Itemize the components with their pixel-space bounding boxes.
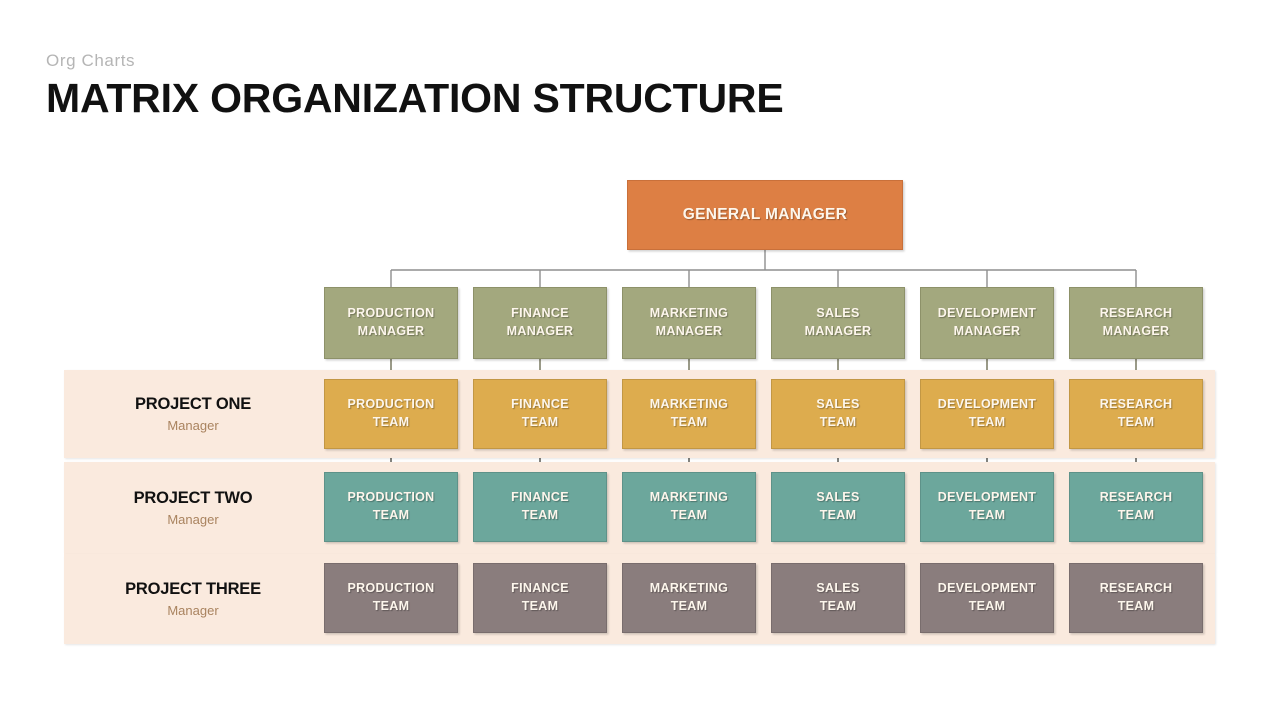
node-project2-sales[interactable]: SALES TEAM	[771, 472, 905, 542]
node-project2-development[interactable]: DEVELOPMENT TEAM	[920, 472, 1054, 542]
project-title: PROJECT TWO	[133, 488, 253, 507]
node-label-line1: GENERAL MANAGER	[682, 206, 848, 223]
project-label-1: PROJECT ONE Manager	[64, 370, 322, 458]
node-label-line1: PRODUCTION	[347, 397, 435, 412]
node-label-line1: DEVELOPMENT	[937, 306, 1037, 321]
node-manager-marketing[interactable]: MARKETING MANAGER	[622, 287, 756, 359]
node-label-line2: TEAM	[670, 415, 708, 429]
node-manager-research[interactable]: RESEARCH MANAGER	[1069, 287, 1203, 359]
node-manager-sales[interactable]: SALES MANAGER	[771, 287, 905, 359]
project-title: PROJECT THREE	[125, 579, 261, 598]
project-subtitle: Manager	[167, 511, 219, 527]
project-label-2: PROJECT TWO Manager	[64, 462, 322, 554]
node-project1-production[interactable]: PRODUCTION TEAM	[324, 379, 458, 449]
node-label-line2: TEAM	[670, 508, 708, 522]
node-project2-production[interactable]: PRODUCTION TEAM	[324, 472, 458, 542]
node-label-line1: MARKETING	[649, 490, 729, 505]
node-label-line2: TEAM	[372, 415, 410, 429]
node-label-line1: DEVELOPMENT	[937, 397, 1037, 412]
node-project3-production[interactable]: PRODUCTION TEAM	[324, 563, 458, 633]
node-label-line2: TEAM	[372, 508, 410, 522]
node-label-line1: RESEARCH	[1099, 581, 1173, 596]
node-label-line1: FINANCE	[511, 490, 569, 505]
node-label-line2: TEAM	[968, 599, 1006, 613]
project-subtitle: Manager	[167, 417, 219, 433]
node-general-manager[interactable]: GENERAL MANAGER	[627, 180, 903, 250]
project-subtitle: Manager	[167, 602, 219, 618]
node-label-line2: TEAM	[968, 508, 1006, 522]
node-project1-development[interactable]: DEVELOPMENT TEAM	[920, 379, 1054, 449]
project-label-3: PROJECT THREE Manager	[64, 554, 322, 644]
node-project2-finance[interactable]: FINANCE TEAM	[473, 472, 607, 542]
node-label-line2: TEAM	[1117, 415, 1155, 429]
node-label-line1: SALES	[816, 306, 860, 321]
node-project1-research[interactable]: RESEARCH TEAM	[1069, 379, 1203, 449]
node-label-line1: MARKETING	[649, 581, 729, 596]
node-project3-marketing[interactable]: MARKETING TEAM	[622, 563, 756, 633]
node-label-line2: TEAM	[1117, 508, 1155, 522]
node-label-line2: TEAM	[1117, 599, 1155, 613]
node-label-line2: TEAM	[819, 508, 857, 522]
node-label-line1: PRODUCTION	[347, 581, 435, 596]
node-label-line2: MANAGER	[953, 324, 1021, 338]
node-label-line1: DEVELOPMENT	[937, 490, 1037, 505]
node-project3-sales[interactable]: SALES TEAM	[771, 563, 905, 633]
node-project1-marketing[interactable]: MARKETING TEAM	[622, 379, 756, 449]
project-title: PROJECT ONE	[134, 394, 252, 413]
node-label-line1: SALES	[816, 490, 860, 505]
node-label-line1: MARKETING	[649, 397, 729, 412]
node-label-line1: RESEARCH	[1099, 306, 1173, 321]
node-label-line2: TEAM	[819, 599, 857, 613]
node-label-line2: MANAGER	[804, 324, 872, 338]
org-chart: PROJECT ONE Manager PROJECT TWO Manager PROJ…	[0, 0, 1280, 720]
node-project2-research[interactable]: RESEARCH TEAM	[1069, 472, 1203, 542]
node-label-line2: TEAM	[521, 599, 559, 613]
node-manager-finance[interactable]: FINANCE MANAGER	[473, 287, 607, 359]
node-label-line2: TEAM	[521, 415, 559, 429]
node-label-line2: TEAM	[968, 415, 1006, 429]
node-label-line1: MARKETING	[649, 306, 729, 321]
node-label-line2: MANAGER	[1102, 324, 1170, 338]
node-label-line1: RESEARCH	[1099, 397, 1173, 412]
node-label-line2: MANAGER	[655, 324, 723, 338]
node-project2-marketing[interactable]: MARKETING TEAM	[622, 472, 756, 542]
node-label-line1: PRODUCTION	[347, 306, 435, 321]
node-label-line2: MANAGER	[357, 324, 425, 338]
node-label-line1: RESEARCH	[1099, 490, 1173, 505]
node-project3-research[interactable]: RESEARCH TEAM	[1069, 563, 1203, 633]
node-label-line1: SALES	[816, 397, 860, 412]
node-project3-finance[interactable]: FINANCE TEAM	[473, 563, 607, 633]
node-label-line2: MANAGER	[506, 324, 574, 338]
node-label-line1: FINANCE	[511, 397, 569, 412]
node-project1-sales[interactable]: SALES TEAM	[771, 379, 905, 449]
node-project1-finance[interactable]: FINANCE TEAM	[473, 379, 607, 449]
node-label-line2: TEAM	[670, 599, 708, 613]
node-manager-production[interactable]: PRODUCTION MANAGER	[324, 287, 458, 359]
node-manager-development[interactable]: DEVELOPMENT MANAGER	[920, 287, 1054, 359]
node-label-line1: DEVELOPMENT	[937, 581, 1037, 596]
node-label-line1: SALES	[816, 581, 860, 596]
node-label-line1: FINANCE	[511, 306, 569, 321]
node-project3-development[interactable]: DEVELOPMENT TEAM	[920, 563, 1054, 633]
node-label-line1: FINANCE	[511, 581, 569, 596]
node-label-line2: TEAM	[372, 599, 410, 613]
node-label-line1: PRODUCTION	[347, 490, 435, 505]
node-label-line2: TEAM	[819, 415, 857, 429]
node-label-line2: TEAM	[521, 508, 559, 522]
